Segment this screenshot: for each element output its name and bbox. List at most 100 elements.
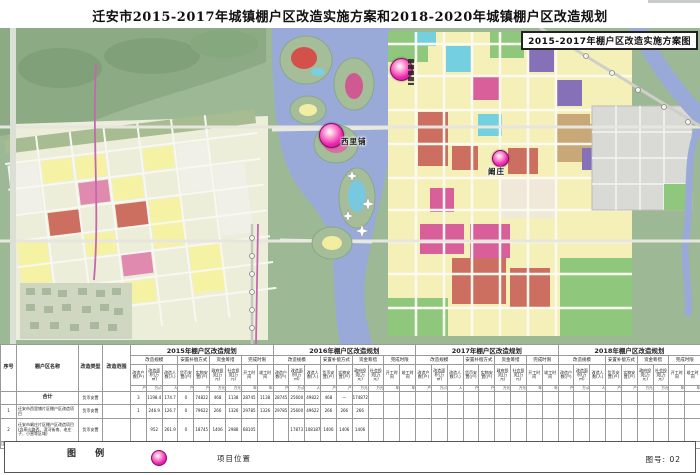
table-cell: 迁安市西里铺片区棚户区改造项目 xyxy=(17,405,79,419)
page-title: 迁安市2015-2017年城镇棚户区改造实施方案和2018-2020年城镇棚户区… xyxy=(0,6,700,25)
table-cell xyxy=(685,405,700,419)
leaf-header: 改造户数(户) xyxy=(131,365,147,386)
leaf-header: 实物安置(户) xyxy=(621,365,637,386)
table-cell: 货币安置 xyxy=(79,419,103,442)
leaf-header: 实物安置(户) xyxy=(479,365,495,386)
table-cell: 货币安置 xyxy=(79,392,103,405)
marker-label: 西里铺 xyxy=(341,136,367,147)
table-cell: — xyxy=(336,392,352,405)
table-cell xyxy=(511,405,527,419)
leaf-header: 竣工时间 xyxy=(685,365,700,386)
table-cell: 合计 xyxy=(17,392,79,405)
table-cell: 266 xyxy=(336,405,352,419)
table-cell xyxy=(447,419,463,442)
table-cell xyxy=(431,419,447,442)
table-cell xyxy=(526,392,542,405)
table-cell: 3 xyxy=(131,392,147,405)
leaf-header: 改造人数(人) xyxy=(590,365,606,386)
table-cell: 174872 xyxy=(352,392,368,405)
table-cell xyxy=(479,392,495,405)
table-cell xyxy=(669,392,685,405)
year-group-header: 2018年棚户区改造规划 xyxy=(558,345,700,356)
subgroup-header: 安置补偿方式 xyxy=(321,356,353,365)
table-cell xyxy=(511,392,527,405)
table-cell xyxy=(479,405,495,419)
table-cell xyxy=(542,392,558,405)
sheet-number: 图号: 02 xyxy=(646,454,681,465)
leaf-header: 政府投资(万元) xyxy=(495,365,511,386)
table-cell xyxy=(273,419,289,442)
subgroup-header: 完成时限 xyxy=(669,356,700,365)
leaf-header: 开工时间 xyxy=(384,365,400,386)
leaf-header: 社会投资(万元) xyxy=(653,365,669,386)
planning-map[interactable]: 2015-2017年棚户区改造实施方案图 西里铺 阚庄 xyxy=(0,28,700,344)
table-cell xyxy=(103,392,131,405)
table-cell: 0 xyxy=(178,392,194,405)
table-cell xyxy=(416,419,432,442)
table-cell xyxy=(416,392,432,405)
subgroup-header: 完成时限 xyxy=(384,356,416,365)
subgroup-header: 改造规模 xyxy=(416,356,463,365)
leaf-header: 改造户数(户) xyxy=(558,365,574,386)
subgroup-header: 改造规模 xyxy=(131,356,178,365)
legend-title: 图 例 xyxy=(67,446,112,459)
table-cell: 1198.4 xyxy=(146,392,162,405)
subgroup-header: 完成时限 xyxy=(526,356,558,365)
table-cell: 1138 xyxy=(257,392,273,405)
column-header: 序号 xyxy=(1,345,17,392)
table-cell: 25600 xyxy=(289,392,305,405)
leaf-header: 改造户数(户) xyxy=(416,365,432,386)
table-cell xyxy=(526,405,542,419)
table-cell: 246.9 xyxy=(146,405,162,419)
table-cell: 108187 xyxy=(305,419,321,442)
subgroup-header: 资金筹措 xyxy=(637,356,669,365)
project-marker[interactable] xyxy=(492,150,509,167)
table-cell xyxy=(447,405,463,419)
table-cell xyxy=(606,419,622,442)
table-cell xyxy=(669,405,685,419)
table-cell xyxy=(637,405,653,419)
leaf-header: 实物安置(户) xyxy=(336,365,352,386)
table-cell: 1406 xyxy=(210,419,226,442)
leaf-header: 政府投资(万元) xyxy=(637,365,653,386)
table-cell: 17873 xyxy=(289,419,305,442)
table-cell: 468 xyxy=(321,392,337,405)
table-cell xyxy=(685,419,700,442)
table-cell: 266 xyxy=(352,405,368,419)
table-cell: 266 xyxy=(210,405,226,419)
leaf-header: 改造面积(万㎡) xyxy=(431,365,447,386)
table-cell: 迁安市阚庄片区棚户区改造项目(含燕山路西、滨河街南、老庄子、小营等区域) xyxy=(17,419,79,442)
column-header: 改造类型 xyxy=(79,345,103,392)
table-cell xyxy=(479,419,495,442)
year-group-header: 2017年棚户区改造规划 xyxy=(416,345,559,356)
table-cell: 0 xyxy=(178,405,194,419)
table-cell xyxy=(558,419,574,442)
table-cell xyxy=(495,392,511,405)
table-cell xyxy=(447,392,463,405)
leaf-header: 改造人数(人) xyxy=(305,365,321,386)
table-cell xyxy=(574,419,590,442)
year-group-header: 2016年棚户区改造规划 xyxy=(273,345,416,356)
table-cell xyxy=(400,392,416,405)
table-cell xyxy=(368,392,384,405)
table-cell: 1406 xyxy=(321,419,337,442)
table-cell xyxy=(669,419,685,442)
leaf-header: 社会投资(万元) xyxy=(225,365,241,386)
subgroup-header: 资金筹措 xyxy=(495,356,527,365)
table-cell xyxy=(431,392,447,405)
leaf-header: 货币安置(户) xyxy=(321,365,337,386)
leaf-header: 改造户数(户) xyxy=(273,365,289,386)
table-cell: 货币安置 xyxy=(79,405,103,419)
table-cell: 2 xyxy=(1,419,17,442)
table-cell xyxy=(384,419,400,442)
table-cell xyxy=(653,405,669,419)
table-cell: 28745 xyxy=(273,392,289,405)
table-cell xyxy=(606,405,622,419)
table-cell xyxy=(526,419,542,442)
leaf-header: 货币安置(户) xyxy=(606,365,622,386)
table-cell xyxy=(1,392,17,405)
legend-marker-icon xyxy=(151,450,167,466)
column-header: 改造范围 xyxy=(103,345,131,392)
table-cell: 174.7 xyxy=(162,392,178,405)
table-cell: 468 xyxy=(210,392,226,405)
